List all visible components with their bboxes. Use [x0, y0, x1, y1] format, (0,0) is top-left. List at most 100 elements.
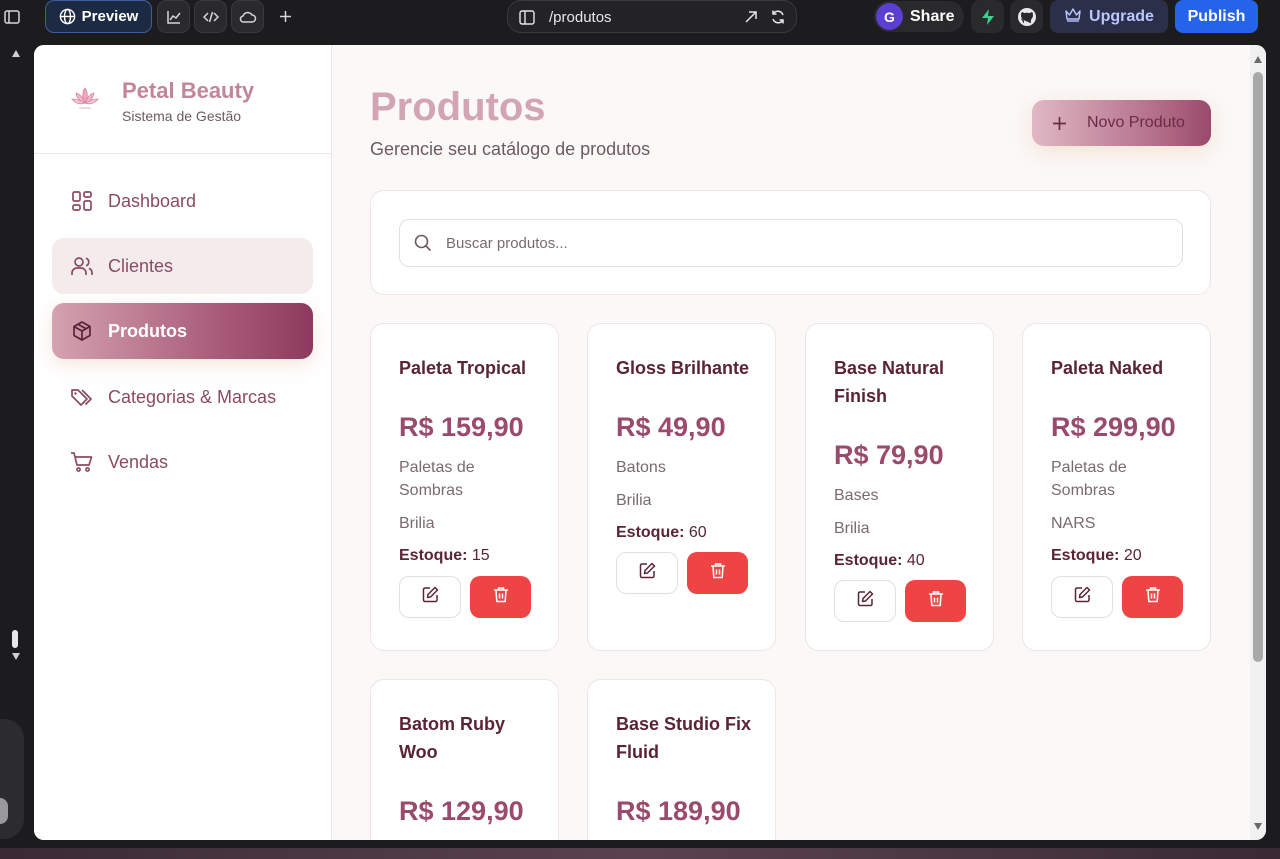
cloud-icon — [239, 10, 257, 24]
product-card: Base Studio Fix Fluid R$ 189,90 — [587, 679, 776, 840]
trash-icon — [1145, 586, 1161, 608]
product-price: R$ 159,90 — [399, 412, 524, 442]
product-category: Batons — [616, 459, 666, 476]
stock-value: 20 — [1123, 547, 1142, 564]
edit-button[interactable] — [834, 580, 896, 622]
share-button[interactable]: G Share — [874, 1, 964, 32]
scroll-up-icon[interactable] — [1254, 56, 1262, 63]
search-field[interactable] — [399, 219, 1183, 267]
sidebar-item-clientes[interactable]: Clientes — [52, 238, 313, 294]
delete-button[interactable] — [470, 576, 531, 618]
scroll-down-icon[interactable] — [1254, 823, 1262, 830]
product-name: Paleta Naked — [1051, 358, 1164, 378]
scroll-up-arrow-icon[interactable] — [12, 50, 20, 57]
upgrade-label: Upgrade — [1089, 7, 1154, 25]
stock-value: 60 — [688, 524, 707, 541]
desktop-background — [0, 848, 1280, 859]
product-brand: Brilia — [834, 520, 870, 537]
github-button[interactable] — [1010, 0, 1043, 33]
product-card: Base Natural Finish R$ 79,90 Bases Brili… — [805, 323, 994, 651]
edit-icon — [1074, 586, 1091, 608]
sidebar-item-label: Produtos — [108, 320, 187, 341]
sidebar-item-categorias-marcas[interactable]: Categorias & Marcas — [52, 369, 313, 425]
trash-icon — [493, 586, 509, 608]
brand-title: Petal Beauty — [122, 78, 255, 103]
product-card: Batom Ruby Woo R$ 129,90 — [370, 679, 559, 840]
share-label: Share — [910, 7, 955, 25]
page-subtitle: Gerencie seu catálogo de produtos — [370, 139, 651, 159]
edit-icon — [857, 590, 874, 612]
sidebar-item-label: Clientes — [108, 255, 174, 276]
stock-value: 15 — [471, 547, 490, 564]
product-price: R$ 49,90 — [616, 412, 726, 442]
refresh-icon[interactable] — [770, 9, 786, 29]
open-external-icon[interactable] — [744, 10, 758, 28]
stock-label: Estoque: — [1051, 547, 1120, 564]
url-text: /produtos — [549, 9, 612, 26]
cloud-button[interactable] — [231, 0, 264, 33]
product-name: Base Natural Finish — [834, 358, 945, 406]
sidebar: Petal Beauty Sistema de Gestão Dashboard… — [34, 45, 332, 840]
edit-button[interactable] — [399, 576, 461, 618]
product-stock: Estoque: 60 — [616, 524, 707, 542]
scroll-down-arrow-icon[interactable] — [12, 653, 20, 660]
chat-toggle[interactable] — [0, 798, 8, 824]
product-category: Bases — [834, 487, 879, 504]
brand-header: Petal Beauty Sistema de Gestão — [34, 45, 332, 154]
product-brand: NARS — [1051, 515, 1096, 532]
product-category: Paletas de Sombras — [1051, 459, 1127, 499]
edit-button[interactable] — [616, 552, 678, 594]
upgrade-button[interactable]: Upgrade — [1050, 0, 1168, 33]
product-name: Paleta Tropical — [399, 358, 527, 378]
supabase-button[interactable] — [971, 0, 1004, 33]
product-brand: Brilia — [616, 492, 652, 509]
product-stock: Estoque: 40 — [834, 552, 925, 570]
delete-button[interactable] — [905, 580, 966, 622]
publish-button[interactable]: Publish — [1175, 0, 1258, 33]
sidebar-item-label: Categorias & Marcas — [108, 386, 277, 407]
edit-button[interactable] — [1051, 576, 1113, 618]
globe-icon — [59, 8, 76, 25]
editor-left-strip — [0, 34, 34, 859]
scrollbar-thumb[interactable] — [1253, 72, 1263, 662]
delete-button[interactable] — [687, 552, 748, 594]
product-price: R$ 299,90 — [1051, 412, 1176, 442]
product-name: Batom Ruby Woo — [399, 714, 506, 762]
search-input[interactable] — [446, 234, 1146, 252]
analytics-button[interactable] — [157, 0, 190, 33]
tags-icon — [70, 385, 94, 409]
stock-label: Estoque: — [616, 524, 685, 541]
page-title: Produtos — [370, 85, 546, 129]
product-card: Gloss Brilhante R$ 49,90 Batons Brilia E… — [587, 323, 776, 651]
page-icon — [519, 10, 535, 29]
brand-subtitle: Sistema de Gestão — [122, 108, 242, 124]
avatar: G — [876, 3, 903, 30]
preview-button[interactable]: Preview — [45, 0, 152, 33]
sidebar-item-dashboard[interactable]: Dashboard — [52, 173, 313, 229]
search-icon — [414, 234, 432, 252]
product-card: Paleta Tropical R$ 159,90 Paletas de Som… — [370, 323, 559, 651]
box-icon — [70, 319, 94, 343]
product-price: R$ 189,90 — [616, 796, 741, 826]
scrollbar[interactable] — [1250, 45, 1266, 840]
delete-button[interactable] — [1122, 576, 1183, 618]
dashboard-icon — [70, 189, 94, 213]
sidebar-item-produtos[interactable]: Produtos — [52, 303, 313, 359]
code-button[interactable] — [194, 0, 227, 33]
chart-icon — [166, 9, 182, 25]
new-product-button[interactable]: Novo Produto — [1032, 100, 1211, 146]
app-preview: Petal Beauty Sistema de Gestão Dashboard… — [34, 45, 1266, 840]
users-icon — [70, 254, 94, 278]
product-stock: Estoque: 15 — [399, 547, 490, 565]
sidebar-toggle-icon[interactable] — [2, 0, 22, 33]
url-bar[interactable]: /produtos — [507, 0, 797, 33]
sidebar-item-label: Dashboard — [108, 190, 197, 211]
scroll-handle[interactable] — [12, 630, 18, 648]
add-tab-icon[interactable] — [274, 0, 296, 33]
product-name: Gloss Brilhante — [616, 358, 750, 378]
product-brand: Brilia — [399, 515, 435, 532]
editor-toolbar: Preview /produtos G Share Upgrade Publis… — [0, 0, 1280, 34]
crown-icon — [1064, 7, 1082, 27]
sidebar-item-vendas[interactable]: Vendas — [52, 434, 313, 490]
github-icon — [1017, 7, 1037, 27]
